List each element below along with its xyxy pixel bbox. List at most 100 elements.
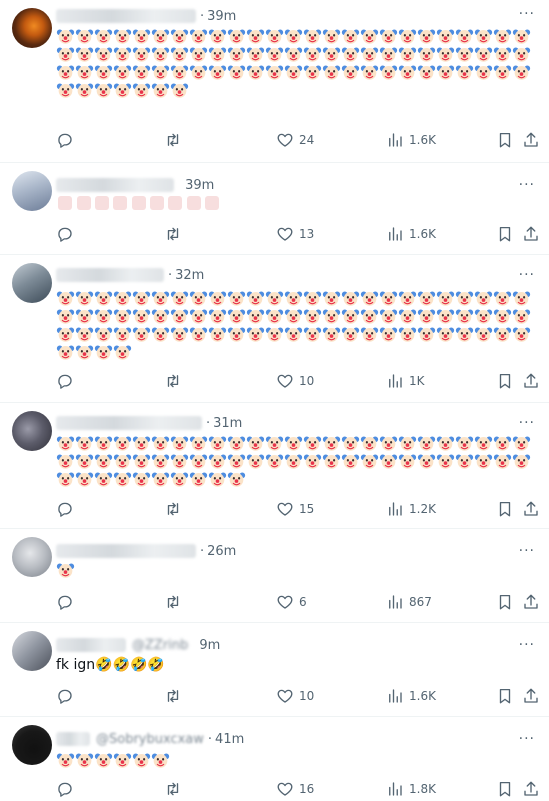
clown-face-emoji	[113, 81, 132, 99]
clown-face-emoji	[303, 45, 322, 63]
more-options-icon[interactable]: ···	[519, 543, 535, 559]
clown-face-emoji	[341, 45, 360, 63]
retweet-button[interactable]	[164, 686, 182, 706]
share-button[interactable]	[522, 371, 540, 391]
tweet-time[interactable]: 39m	[185, 178, 214, 193]
reply-button[interactable]	[56, 686, 74, 706]
retweet-button[interactable]	[164, 371, 182, 391]
bookmark-button[interactable]	[496, 130, 514, 150]
avatar[interactable]	[12, 537, 52, 577]
reply-button[interactable]	[56, 779, 74, 799]
tweet-handle[interactable]: @ZZrinb	[132, 638, 188, 653]
tweet-3[interactable]: · 32m ··· 10 1K	[0, 255, 549, 403]
avatar[interactable]	[12, 171, 52, 211]
share-button[interactable]	[522, 130, 540, 150]
share-button[interactable]	[522, 686, 540, 706]
clown-face-emoji	[75, 470, 94, 488]
clown-face-emoji	[265, 45, 284, 63]
avatar[interactable]	[12, 631, 52, 671]
tweet-time[interactable]: 31m	[213, 416, 242, 431]
tweet-header: @ZZrinb · 9m	[56, 635, 220, 655]
clown-face-emoji	[94, 289, 113, 307]
retweet-button[interactable]	[164, 130, 182, 150]
bookmark-button[interactable]	[496, 592, 514, 612]
blurred-username[interactable]	[56, 732, 90, 746]
like-button[interactable]: 10	[276, 686, 314, 706]
clown-face-emoji	[56, 325, 75, 343]
tweet-6[interactable]: @ZZrinb · 9m ··· fk ign🤣🤣🤣🤣 10 1.6K	[0, 623, 549, 717]
bookmark-button[interactable]	[496, 499, 514, 519]
tweet-actions: 15 1.2K	[56, 499, 538, 519]
avatar[interactable]	[12, 263, 52, 303]
retweet-button[interactable]	[164, 592, 182, 612]
retweet-button[interactable]	[164, 499, 182, 519]
reply-button[interactable]	[56, 371, 74, 391]
tweet-time[interactable]: 41m	[215, 732, 244, 747]
more-options-icon[interactable]: ···	[519, 637, 535, 653]
clown-face-emoji	[436, 452, 455, 470]
clown-face-emoji	[322, 289, 341, 307]
like-button[interactable]: 15	[276, 499, 314, 519]
share-button[interactable]	[522, 779, 540, 799]
clown-face-emoji	[151, 289, 170, 307]
blurred-username[interactable]	[56, 178, 174, 192]
blurred-emoji	[205, 196, 220, 210]
like-button[interactable]: 16	[276, 779, 314, 799]
like-button[interactable]: 10	[276, 371, 314, 391]
tweet-handle[interactable]: @Sobrybuxcxaw	[96, 732, 204, 747]
tweet-time[interactable]: 9m	[199, 638, 220, 653]
like-button[interactable]: 13	[276, 224, 314, 244]
views-button[interactable]: 867	[386, 592, 432, 612]
clown-face-emoji	[436, 434, 455, 452]
views-button[interactable]: 1.2K	[386, 499, 436, 519]
reply-button[interactable]	[56, 499, 74, 519]
more-options-icon[interactable]: ···	[519, 731, 535, 747]
bookmark-icon	[496, 372, 514, 390]
more-options-icon[interactable]: ···	[519, 267, 535, 283]
like-icon	[276, 372, 294, 390]
tweet-time[interactable]: 26m	[207, 544, 236, 559]
views-button[interactable]: 1.6K	[386, 686, 436, 706]
avatar[interactable]	[12, 8, 52, 48]
views-button[interactable]: 1K	[386, 371, 425, 391]
tweet-7[interactable]: @Sobrybuxcxaw · 41m ··· 16 1.8K	[0, 717, 549, 801]
retweet-button[interactable]	[164, 224, 182, 244]
blurred-username[interactable]	[56, 638, 126, 652]
bookmark-button[interactable]	[496, 371, 514, 391]
bookmark-button[interactable]	[496, 224, 514, 244]
clown-face-emoji	[227, 63, 246, 81]
tweet-1[interactable]: · 39m ··· 24 1.6K	[0, 0, 549, 163]
like-button[interactable]: 24	[276, 130, 314, 150]
views-button[interactable]: 1.8K	[386, 779, 436, 799]
tweet-5[interactable]: · 26m ··· 6 867	[0, 529, 549, 623]
clown-face-emoji	[56, 561, 75, 579]
avatar[interactable]	[12, 411, 52, 451]
bookmark-button[interactable]	[496, 686, 514, 706]
share-button[interactable]	[522, 224, 540, 244]
like-button[interactable]: 6	[276, 592, 307, 612]
tweet-time[interactable]: 32m	[175, 268, 204, 283]
share-button[interactable]	[522, 592, 540, 612]
share-button[interactable]	[522, 499, 540, 519]
tweet-2[interactable]: · 39m ··· 13 1.6K	[0, 163, 549, 255]
views-button[interactable]: 1.6K	[386, 224, 436, 244]
views-button[interactable]: 1.6K	[386, 130, 436, 150]
blurred-username[interactable]	[56, 544, 196, 558]
reply-icon	[56, 500, 74, 518]
retweet-button[interactable]	[164, 779, 182, 799]
bookmark-button[interactable]	[496, 779, 514, 799]
tweet-time[interactable]: 39m	[207, 9, 236, 24]
tweet-4[interactable]: · 31m ··· 15 1.2K	[0, 403, 549, 529]
reply-button[interactable]	[56, 592, 74, 612]
reply-button[interactable]	[56, 130, 74, 150]
clown-face-emoji	[132, 289, 151, 307]
avatar[interactable]	[12, 725, 52, 765]
blurred-username[interactable]	[56, 9, 196, 23]
more-options-icon[interactable]: ···	[519, 6, 535, 22]
blurred-username[interactable]	[56, 416, 202, 430]
reply-button[interactable]	[56, 224, 74, 244]
like-button-count: 6	[299, 595, 307, 609]
more-options-icon[interactable]: ···	[519, 177, 535, 193]
blurred-username[interactable]	[56, 268, 164, 282]
more-options-icon[interactable]: ···	[519, 415, 535, 431]
